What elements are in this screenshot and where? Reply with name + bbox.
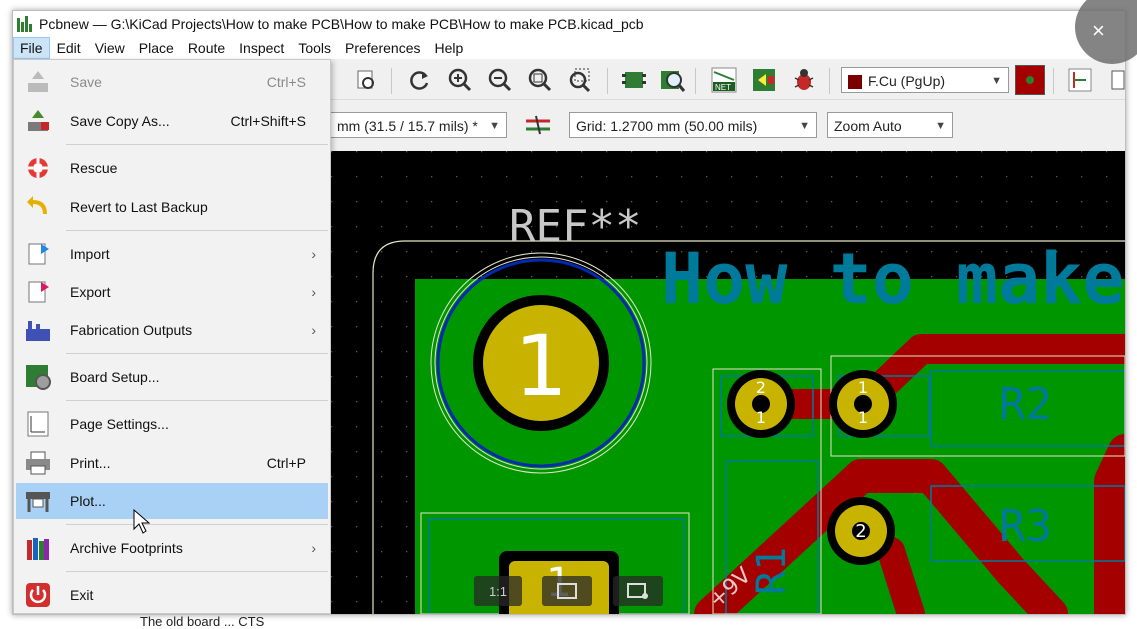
save-icon: [20, 67, 56, 97]
zoom-1to1-button[interactable]: 1:1: [474, 576, 522, 606]
chevron-right-icon: ›: [311, 284, 316, 300]
layer-color-swatch: [848, 75, 862, 90]
close-icon[interactable]: ×: [1092, 18, 1105, 44]
layer-pair-icon[interactable]: [1015, 65, 1045, 95]
main-toolbar: NET F.Cu (PgUp) ▼: [331, 59, 1125, 100]
menu-item-page-settings[interactable]: Page Settings...: [16, 406, 328, 442]
pad-group-b: 1 1: [829, 370, 897, 438]
background-document-text: The old board ... CTS: [140, 614, 265, 629]
menu-item-archive-footprints[interactable]: Archive Footprints ›: [16, 530, 328, 566]
pad-b-bottom: 1: [858, 408, 868, 427]
menu-item-plot[interactable]: Plot...: [16, 483, 328, 519]
chevron-down-icon: ▼: [489, 120, 500, 132]
r3-label: R3: [999, 501, 1052, 552]
menu-item-fabrication[interactable]: Fabrication Outputs ›: [16, 312, 328, 348]
board-setup-icon: [20, 362, 56, 392]
screenshot-icon[interactable]: [613, 576, 663, 606]
pad-a-top: 2: [756, 378, 766, 397]
pcbnew-window: Pcbnew — G:\KiCad Projects\How to make P…: [12, 10, 1126, 615]
r1-label: R1: [749, 547, 795, 595]
chevron-right-icon: ›: [311, 246, 316, 262]
menu-item-print[interactable]: Print... Ctrl+P: [16, 445, 328, 481]
menu-item-import[interactable]: Import ›: [16, 236, 328, 272]
menu-view[interactable]: View: [88, 37, 132, 59]
board-silkscreen-text: How to make: [661, 238, 1125, 320]
menu-item-revert[interactable]: Revert to Last Backup: [16, 189, 328, 225]
pad-b-top: 1: [858, 378, 868, 397]
toolbar-overflow-icon[interactable]: [1103, 65, 1125, 95]
menu-route[interactable]: Route: [181, 37, 232, 59]
pad-group-a: 2 1: [727, 370, 795, 438]
r2-label: R2: [999, 379, 1052, 430]
chevron-down-icon: ▼: [991, 75, 1002, 87]
zoom-page-icon[interactable]: [351, 65, 381, 95]
drc-bug-icon[interactable]: [789, 65, 819, 95]
menu-item-board-setup[interactable]: Board Setup...: [16, 359, 328, 395]
zoom-out-icon[interactable]: [485, 65, 515, 95]
chevron-down-icon: ▼: [935, 120, 946, 132]
menu-place[interactable]: Place: [132, 37, 181, 59]
pcbnew-app-icon: [17, 16, 33, 32]
print-icon: [20, 448, 56, 478]
redraw-icon[interactable]: [405, 65, 435, 95]
menu-preferences[interactable]: Preferences: [338, 37, 427, 59]
ref-designator: REF**: [509, 201, 641, 252]
via-size-icon[interactable]: [523, 110, 553, 140]
mouse-cursor-icon: [133, 509, 151, 534]
chevron-down-icon: ▼: [799, 120, 810, 132]
zoom-fit-icon[interactable]: [525, 65, 555, 95]
menu-item-export[interactable]: Export ›: [16, 274, 328, 310]
menu-help[interactable]: Help: [427, 37, 470, 59]
menu-file[interactable]: File: [13, 37, 50, 59]
netlist-icon[interactable]: NET: [709, 65, 739, 95]
zoom-value: Zoom Auto: [834, 118, 902, 134]
svg-text:NET: NET: [715, 83, 731, 92]
chevron-right-icon: ›: [311, 540, 316, 556]
page-settings-icon: [20, 409, 56, 439]
export-icon: [20, 277, 56, 307]
pcb-drawing: How to make 1 2 1 1 1 2 REF** R2 R3 R1 +…: [331, 151, 1125, 614]
fabrication-icon: [20, 315, 56, 345]
menu-inspect[interactable]: Inspect: [232, 37, 291, 59]
fullscreen-icon[interactable]: [542, 576, 592, 606]
exit-icon: [20, 580, 56, 610]
update-pcb-icon[interactable]: [749, 65, 779, 95]
menu-item-rescue[interactable]: Rescue: [16, 150, 328, 186]
menu-bar: File Edit View Place Route Inspect Tools…: [13, 37, 1125, 59]
menu-edit[interactable]: Edit: [50, 37, 88, 59]
menu-item-save-copy[interactable]: Save Copy As... Ctrl+Shift+S: [16, 103, 328, 139]
title-bar: Pcbnew — G:\KiCad Projects\How to make P…: [13, 11, 1125, 37]
grid-select[interactable]: Grid: 1.2700 mm (50.00 mils) ▼: [569, 112, 817, 138]
plot-icon: [20, 486, 56, 516]
footprint-browser-icon[interactable]: [657, 65, 687, 95]
window-title: Pcbnew — G:\KiCad Projects\How to make P…: [39, 16, 644, 32]
zoom-select[interactable]: Zoom Auto ▼: [827, 112, 953, 138]
save-copy-icon: [20, 106, 56, 136]
file-menu: Save Ctrl+S Save Copy As... Ctrl+Shift+S…: [13, 59, 331, 614]
layer-select-value: F.Cu (PgUp): [868, 73, 946, 89]
chevron-right-icon: ›: [311, 322, 316, 338]
import-icon: [20, 239, 56, 269]
options-toolbar: mm (31.5 / 15.7 mils) * ▼ Grid: 1.2700 m…: [331, 108, 1125, 144]
zoom-selection-icon[interactable]: [565, 65, 595, 95]
menu-item-exit[interactable]: Exit: [16, 577, 328, 613]
pad-group-c: 2: [827, 497, 895, 565]
footprint-editor-icon[interactable]: [619, 65, 649, 95]
pad-c-label: 2: [855, 521, 866, 542]
menu-item-save[interactable]: Save Ctrl+S: [16, 64, 328, 100]
layer-select[interactable]: F.Cu (PgUp) ▼: [841, 67, 1009, 93]
zoom-in-icon[interactable]: [445, 65, 475, 95]
track-width-select[interactable]: mm (31.5 / 15.7 mils) * ▼: [331, 112, 507, 138]
rescue-icon: [20, 153, 56, 183]
menu-tools[interactable]: Tools: [291, 37, 338, 59]
pad1-number: 1: [514, 317, 567, 415]
archive-icon: [20, 533, 56, 563]
pad-a-bottom: 1: [756, 408, 766, 427]
pcb-canvas[interactable]: How to make 1 2 1 1 1 2 REF** R2 R3 R1 +…: [331, 151, 1125, 614]
track-width-value: mm (31.5 / 15.7 mils) *: [337, 118, 478, 134]
grid-value: Grid: 1.2700 mm (50.00 mils): [576, 118, 758, 134]
revert-icon: [20, 192, 56, 222]
router-icon[interactable]: [1065, 65, 1095, 95]
